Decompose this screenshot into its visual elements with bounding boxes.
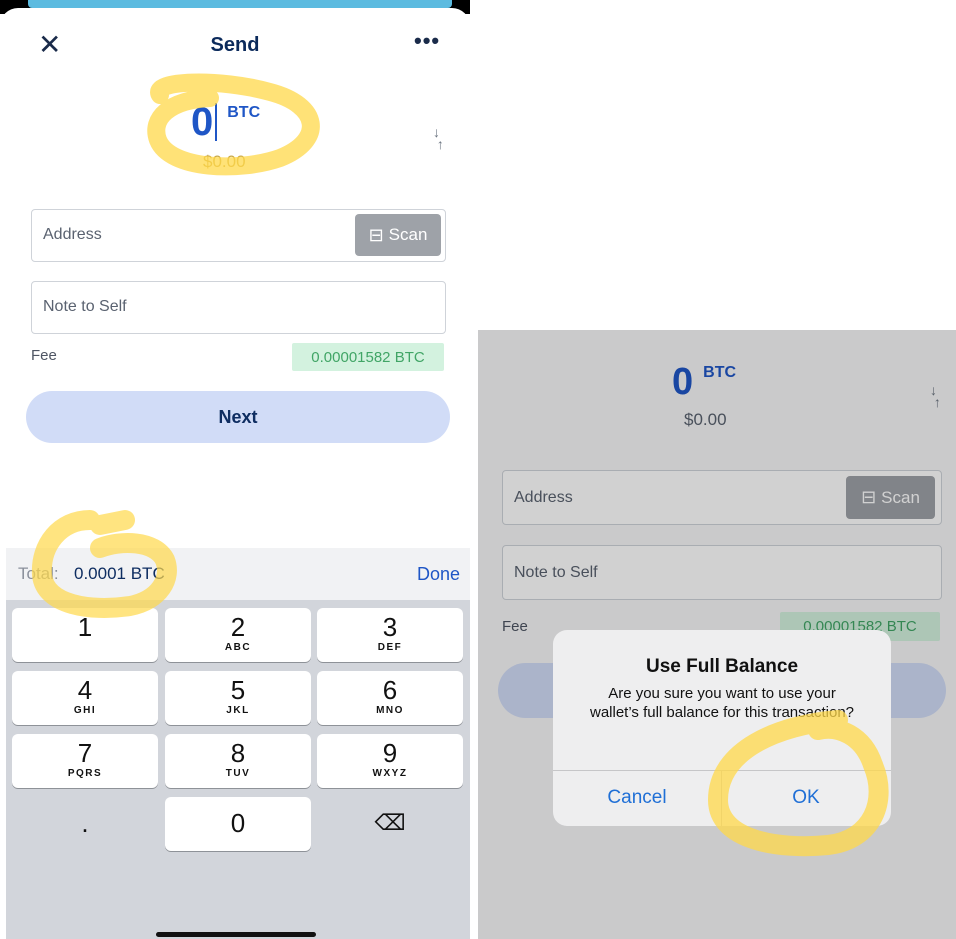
use-full-balance-dialog: Use Full Balance Are you sure you want t… (553, 630, 891, 826)
done-button[interactable]: Done (417, 564, 460, 585)
key-5[interactable]: 5 JKL (165, 671, 311, 725)
key-2[interactable]: 2 ABC (165, 608, 311, 662)
dialog-message: Are you sure you want to use your wallet… (589, 685, 855, 721)
key-letters: ABC (224, 642, 252, 653)
send-screen-keypad: ✕ Send ••• 0 BTC $0.00 ↓ ↑ Address ⊟ Sca… (0, 0, 470, 939)
amount-value: 0 (191, 100, 214, 144)
note-placeholder: Note to Self (43, 298, 127, 315)
fiat-amount: $0.00 (203, 152, 246, 171)
scan-button[interactable]: ⊟ Scan (355, 214, 441, 256)
key-digit: 9 (382, 738, 398, 768)
numeric-keypad: 1 2 ABC 3 DEF 4 GHI 5 JKL 6 MNO 7 PQRS 8 TUV 9W… (6, 600, 470, 939)
key-digit: 0 (230, 808, 246, 838)
key-digit: ⌫ (374, 810, 406, 835)
key-digit: 8 (230, 738, 246, 768)
send-screen-confirm-dialog: 0 BTC $0.00 ↓ ↑ Address ⊟ Scan Note to S… (478, 330, 956, 939)
key-7[interactable]: 7 PQRS (12, 734, 158, 788)
page-title: Send (210, 34, 260, 56)
amount-unit: BTC (227, 104, 261, 121)
key-8[interactable]: 8 TUV (165, 734, 311, 788)
fee-label: Fee (31, 347, 57, 364)
key-0[interactable]: 0 (165, 797, 311, 851)
key-letters: GHI (73, 705, 97, 716)
key-letters: DEF (377, 642, 403, 653)
key-digit: 3 (382, 612, 398, 642)
fee-value-badge[interactable]: 0.00001582 BTC (292, 343, 444, 371)
key-9[interactable]: 9 WXYZ (317, 734, 463, 788)
total-label: Total: (18, 564, 59, 583)
address-field[interactable]: Address ⊟ Scan (31, 209, 446, 262)
key-digit: 6 (382, 675, 398, 705)
key-digit: . (81, 808, 89, 838)
key-digit: 2 (230, 612, 246, 642)
key-letters: WXYZ (372, 768, 408, 779)
more-icon[interactable]: ••• (414, 28, 440, 54)
backspace-icon[interactable]: ⌫ (317, 797, 463, 851)
key-digit: 4 (77, 675, 93, 705)
amount-input[interactable]: 0 BTC (191, 100, 260, 144)
qr-scan-icon: ⊟ (368, 224, 384, 245)
key-letters: TUV (225, 768, 251, 779)
swap-currency-icon[interactable]: ↓ ↑ (433, 125, 444, 151)
top-accent-bar (28, 0, 452, 8)
key-letters: MNO (376, 705, 404, 716)
key-4[interactable]: 4 GHI (12, 671, 158, 725)
cancel-button[interactable]: Cancel (553, 770, 721, 826)
key-3[interactable]: 3 DEF (317, 608, 463, 662)
key-6[interactable]: 6 MNO (317, 671, 463, 725)
home-indicator (156, 932, 316, 937)
next-button[interactable]: Next (26, 391, 450, 443)
text-caret (215, 103, 218, 141)
dialog-title: Use Full Balance (645, 656, 799, 677)
address-placeholder: Address (43, 226, 102, 243)
ok-button[interactable]: OK (722, 770, 890, 826)
keyboard-toolbar: Total: 0.0001 BTC Done (6, 548, 470, 600)
key-digit: 5 (230, 675, 246, 705)
key-digit: 7 (77, 738, 93, 768)
key-1[interactable]: 1 (12, 608, 158, 662)
key-letters: PQRS (67, 768, 103, 779)
key-decimal[interactable]: . (12, 797, 158, 851)
scan-label: Scan (388, 225, 428, 244)
total-value[interactable]: 0.0001 BTC (74, 564, 165, 584)
key-letters: JKL (226, 705, 250, 716)
note-field[interactable]: Note to Self (31, 281, 446, 334)
key-digit: 1 (77, 612, 93, 642)
